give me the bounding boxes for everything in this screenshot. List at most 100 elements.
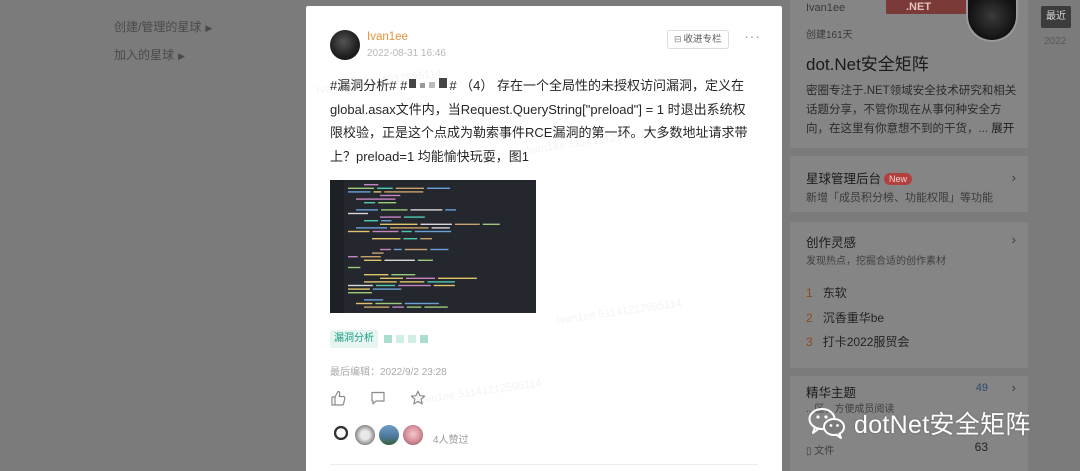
- code-line: [390, 227, 429, 229]
- code-line: [398, 284, 431, 287]
- redaction-block: [420, 335, 428, 343]
- code-line: [348, 284, 373, 287]
- code-line: [417, 259, 433, 261]
- code-line: [427, 281, 455, 283]
- code-line: [364, 259, 382, 261]
- code-line: [393, 248, 402, 251]
- collect-to-column-button[interactable]: ⊟ 收进专栏: [667, 30, 729, 49]
- code-line: [356, 302, 373, 305]
- inspiration-item[interactable]: 2 沉香重华be: [806, 309, 884, 326]
- code-line: [431, 227, 450, 229]
- post-content-prefix: #漏洞分析# #: [330, 78, 408, 93]
- user-watermark: Ivan1ee 51141212595114: [415, 377, 543, 407]
- code-line: [356, 209, 379, 211]
- more-icon[interactable]: ···: [744, 28, 761, 44]
- code-line: [364, 220, 379, 222]
- planet-created: 创建161天: [806, 30, 853, 41]
- essence-title: 精华主题: [806, 386, 857, 400]
- planet-banner: .NET: [886, 0, 978, 14]
- timeline-recent-tab[interactable]: 最近: [1041, 6, 1071, 28]
- code-line: [430, 248, 449, 251]
- comment-icon[interactable]: [370, 390, 386, 411]
- code-line: [375, 302, 402, 305]
- last-edited: 最后编辑：2022/9/2 23:28: [330, 367, 447, 378]
- files-row[interactable]: ▯ 文件: [806, 442, 834, 457]
- code-line: [348, 212, 369, 215]
- chevron-right-icon[interactable]: ›: [1012, 232, 1016, 247]
- redaction-block: [439, 78, 448, 88]
- code-line: [433, 284, 455, 287]
- topic-tag-redacted[interactable]: [382, 330, 436, 348]
- inspiration-description: 发现热点，挖掘合适的创作素材: [806, 256, 946, 267]
- liker-avatar[interactable]: [378, 424, 400, 446]
- caret-right-icon: ▶: [205, 23, 213, 33]
- topic-tag[interactable]: 漏洞分析: [330, 330, 378, 348]
- admin-title-label: 星球管理后台: [806, 172, 882, 186]
- essence-count: 49: [975, 382, 988, 394]
- rank-label: 东软: [822, 286, 847, 300]
- inspiration-item[interactable]: 3 打卡2022服贸会: [806, 333, 909, 350]
- code-line: [380, 194, 401, 197]
- planet-description-text: 密圈专注于.NET领域安全技术研究和相关话题分享，不管你现在从事何种安全方向，在…: [806, 85, 1017, 135]
- code-line: [372, 230, 399, 233]
- code-line: [405, 277, 436, 279]
- code-line: [377, 187, 393, 189]
- expand-link[interactable]: 展开: [991, 123, 1014, 135]
- code-line: [403, 238, 418, 240]
- nav-joined-planets[interactable]: 加入的星球 ▶: [114, 46, 185, 63]
- admin-title: 星球管理后台 New: [806, 168, 913, 187]
- code-line: [364, 202, 376, 204]
- star-icon[interactable]: [410, 390, 426, 411]
- code-line: [403, 216, 425, 218]
- code-line: [360, 256, 381, 258]
- post-datetime: 2022-08-31 16:46: [367, 48, 446, 59]
- inspiration-card: 创作灵感 发现热点，挖掘合适的创作素材 › 1 东软 2 沉香重华be 3 打卡202…: [790, 222, 1028, 368]
- collect-icon: ⊟: [674, 34, 682, 44]
- caret-right-icon: ▶: [178, 51, 185, 61]
- like-icon[interactable]: [330, 390, 346, 411]
- chevron-right-icon: ›: [1011, 380, 1016, 395]
- code-line: [395, 187, 425, 189]
- planet-description: 密圈专注于.NET领域安全技术研究和相关话题分享，不管你现在从事何种安全方向，在…: [806, 82, 1020, 139]
- rank-number: 3: [806, 335, 813, 349]
- code-line: [378, 202, 397, 204]
- chevron-right-icon: ›: [1011, 170, 1016, 185]
- author-name[interactable]: Ivan1ee: [367, 31, 408, 43]
- code-line: [414, 230, 452, 233]
- code-line: [399, 281, 425, 283]
- inspiration-item[interactable]: 1 东软: [806, 284, 847, 301]
- liker-avatar[interactable]: [402, 424, 424, 446]
- code-line: [348, 266, 361, 269]
- likes-count[interactable]: 4人赞过: [433, 431, 469, 446]
- liker-avatar[interactable]: [330, 424, 352, 446]
- author-avatar[interactable]: [330, 30, 360, 60]
- admin-card[interactable]: 星球管理后台 New 新增「成员积分榜、功能权限」等功能 ›: [790, 156, 1028, 212]
- code-line: [381, 209, 408, 211]
- left-nav: 创建/管理的星球 ▶ 加入的星球 ▶: [0, 0, 306, 471]
- source-watermark-text: dotNet安全矩阵: [854, 411, 1031, 439]
- code-line: [348, 292, 372, 294]
- code-line: [364, 299, 384, 301]
- code-line: [348, 256, 358, 258]
- nav-created-planets[interactable]: 创建/管理的星球 ▶: [114, 18, 212, 35]
- code-line: [356, 198, 396, 200]
- code-line: [380, 277, 403, 279]
- code-screenshot[interactable]: [330, 180, 536, 313]
- redaction-block: [409, 79, 417, 88]
- code-line: [410, 209, 443, 211]
- rank-label: 沉香重华be: [822, 311, 885, 325]
- code-line: [445, 209, 456, 211]
- post-detail-modal: Ivan1ee 51141212595114 Ivan1ee 511412125…: [306, 6, 782, 471]
- nav-joined-planets-label: 加入的星球: [114, 48, 175, 62]
- rank-number: 1: [806, 286, 813, 300]
- nav-created-planets-label: 创建/管理的星球: [114, 20, 202, 34]
- code-line: [372, 238, 401, 240]
- code-line: [380, 248, 391, 251]
- timeline-year[interactable]: 2022: [1044, 36, 1066, 47]
- owner-avatar[interactable]: [966, 0, 1018, 42]
- code-line: [373, 191, 382, 193]
- code-line: [364, 184, 379, 186]
- divider: [330, 464, 758, 465]
- liker-avatar[interactable]: [354, 424, 376, 446]
- inspiration-title: 创作灵感: [806, 236, 857, 250]
